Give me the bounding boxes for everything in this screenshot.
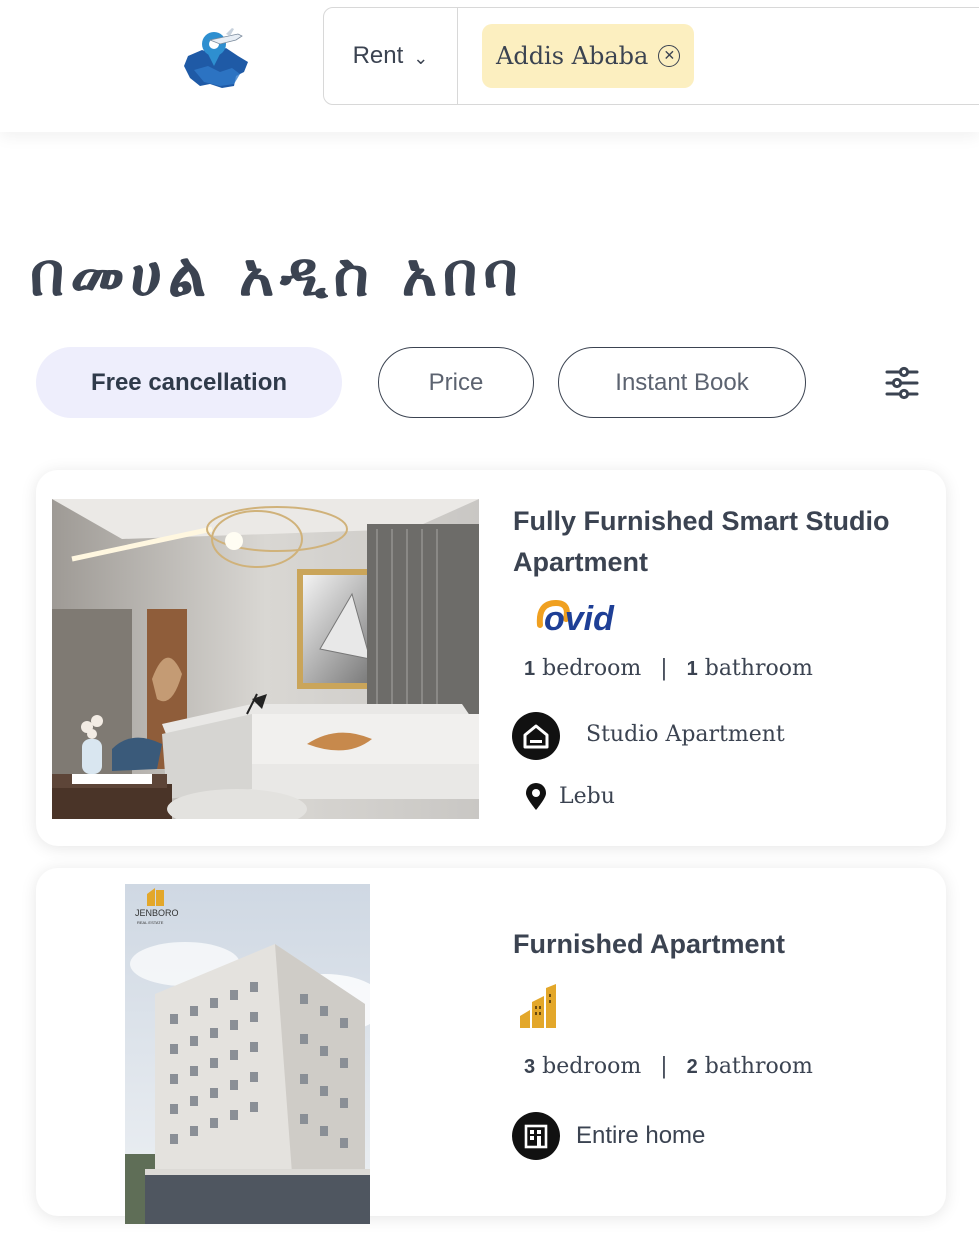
jenboro-building-logo — [520, 984, 556, 1028]
divider: | — [660, 656, 668, 681]
listing-title[interactable]: Furnished Apartment — [513, 924, 923, 965]
svg-text:ovid: ovid — [544, 600, 615, 635]
chevron-down-icon: ⌄ — [413, 47, 429, 68]
map-pin-icon — [526, 783, 546, 810]
ovid-logo: ovid — [536, 599, 615, 635]
search-box: Rent ⌄ Addis Ababa ✕ — [323, 7, 979, 105]
remove-location-icon[interactable]: ✕ — [658, 45, 681, 67]
svg-text:JENBORO: JENBORO — [135, 908, 179, 918]
listing-card[interactable]: JENBORO REAL ESTATE Furnished Apartment … — [36, 868, 946, 1224]
svg-text:REAL ESTATE: REAL ESTATE — [137, 920, 164, 925]
listing-title[interactable]: Fully Furnished Smart Studio Apartment — [513, 501, 923, 583]
bathroom-label: bathroom — [704, 1054, 813, 1079]
bathroom-count: 2 — [686, 1056, 698, 1078]
bedroom-count: 1 — [524, 658, 536, 680]
filter-free-cancellation[interactable]: Free cancellation — [36, 347, 342, 418]
location-label: Lebu — [559, 784, 615, 809]
sliders-icon[interactable] — [884, 365, 920, 401]
location-chip[interactable]: Addis Ababa ✕ — [482, 24, 695, 88]
property-type: Entire home — [576, 1122, 706, 1149]
rent-dropdown[interactable]: Rent ⌄ — [324, 8, 458, 104]
divider: | — [660, 1054, 668, 1079]
filter-instant-book[interactable]: Instant Book — [558, 347, 806, 418]
filter-price[interactable]: Price — [378, 347, 534, 418]
building-circle-icon — [512, 1112, 560, 1160]
room-counts: 1 bedroom | 1 bathroom — [524, 656, 813, 681]
top-bar: Rent ⌄ Addis Ababa ✕ — [0, 0, 979, 132]
listing-photo[interactable] — [52, 499, 479, 819]
bathroom-count: 1 — [686, 658, 698, 680]
rent-dropdown-label: Rent — [352, 42, 404, 69]
home-circle-icon — [512, 712, 560, 760]
property-type: Studio Apartment — [586, 722, 785, 747]
page-title: በመሀል አዲስ አበባ — [30, 240, 524, 310]
app-logo[interactable] — [180, 26, 254, 92]
room-counts: 3 bedroom | 2 bathroom — [524, 1054, 813, 1079]
bedroom-label: bedroom — [542, 656, 642, 681]
bedroom-label: bedroom — [542, 1054, 642, 1079]
filter-bar: Free cancellation Price Instant Book — [36, 347, 936, 419]
listing-card[interactable]: Fully Furnished Smart Studio Apartment o… — [36, 470, 946, 846]
bedroom-count: 3 — [524, 1056, 536, 1078]
bathroom-label: bathroom — [704, 656, 813, 681]
listing-photo[interactable]: JENBORO REAL ESTATE — [125, 884, 370, 1224]
location-chip-label: Addis Ababa — [496, 42, 649, 70]
